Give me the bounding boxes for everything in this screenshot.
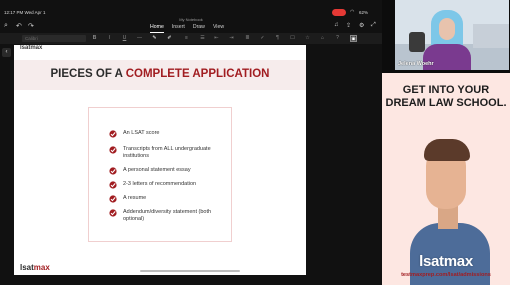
list-item: A personal statement essay	[109, 167, 223, 175]
ad-banner[interactable]: GET INTO YOUR DREAM LAW SCHOOL. lsatmax …	[382, 73, 510, 285]
highlighter-icon[interactable]: ✐	[166, 35, 173, 42]
menu-bar: Home Insert Draw View	[150, 23, 224, 33]
slide-view-icon[interactable]: ▣	[350, 35, 357, 42]
slide-title: PIECES OF A COMPLETE APPLICATION	[14, 68, 306, 80]
spell-check-icon[interactable]: ✓	[259, 35, 266, 42]
list-item-text: An LSAT score	[123, 130, 160, 136]
share-icon[interactable]: ⇪	[346, 22, 351, 29]
notes-app: 12:17 PM Wed Apr 1 ◠ 62% My Notebook ⌕ ↶…	[0, 0, 382, 285]
list-item-text: Transcripts from ALL undergraduate insti…	[123, 146, 211, 159]
checkbox-icon[interactable]: ☐	[289, 35, 296, 42]
checkmark-icon	[109, 167, 117, 175]
bullet-list-icon[interactable]: ≡	[183, 35, 190, 42]
logo-part2: max	[33, 263, 50, 272]
list-item-text: A resume	[123, 195, 147, 201]
strikethrough-icon[interactable]: —	[136, 35, 143, 42]
tab-draw[interactable]: Draw	[193, 23, 205, 33]
slide-footer-logo: lsatmax	[20, 263, 50, 272]
undo-icon[interactable]: ↶	[16, 22, 22, 30]
list-item: Addendum/diversity statement (both optio…	[109, 209, 223, 222]
screen: 12:17 PM Wed Apr 1 ◠ 62% My Notebook ⌕ ↶…	[0, 0, 510, 285]
tag-icon[interactable]: ⌂	[319, 35, 326, 42]
recording-indicator	[332, 9, 346, 16]
sidebar-toggle[interactable]: ‹	[2, 48, 11, 57]
font-name-field[interactable]: Calibri	[22, 35, 86, 42]
checkmark-icon	[109, 195, 117, 203]
align-icon[interactable]: ≣	[244, 35, 251, 42]
fullscreen-icon[interactable]: ⤢	[371, 22, 376, 29]
document-title: My Notebook	[179, 17, 203, 22]
webcam-video: Jelena Woehr	[395, 0, 509, 70]
list-item: A resume	[109, 195, 223, 203]
list-item: Transcripts from ALL undergraduate insti…	[109, 146, 223, 159]
pen-icon[interactable]: ✎	[151, 35, 158, 42]
checkmark-icon	[109, 209, 117, 217]
format-icon[interactable]: ¶	[274, 35, 281, 42]
indent-icon[interactable]: ⇥	[228, 35, 235, 42]
tab-home[interactable]: Home	[150, 23, 164, 33]
tab-view[interactable]: View	[213, 23, 224, 33]
microphone-icon	[409, 32, 425, 52]
home-indicator[interactable]	[140, 270, 240, 272]
numbered-list-icon[interactable]: ☰	[199, 35, 206, 42]
presenter-face	[439, 18, 455, 40]
checkmark-icon	[109, 146, 117, 154]
tab-insert[interactable]: Insert	[172, 23, 185, 33]
background-shelf	[473, 24, 509, 48]
list-item-text: A personal statement essay	[123, 167, 191, 173]
status-bar: 12:17 PM Wed Apr 1 ◠ 62%	[0, 9, 382, 17]
italic-icon[interactable]: I	[106, 35, 113, 42]
list-item-text: Addendum/diversity statement (both optio…	[123, 209, 212, 222]
status-time: 12:17 PM Wed Apr 1	[4, 10, 46, 15]
ad-person-hair	[424, 139, 470, 161]
checklist-card: An LSAT score Transcripts from ALL under…	[88, 107, 232, 242]
logo-part1: lsat	[20, 263, 34, 272]
ad-logo: lsatmax	[419, 253, 473, 270]
slide-top-logo: lsatmax	[20, 45, 43, 51]
wifi-icon: ◠	[350, 9, 355, 15]
ad-headline: GET INTO YOUR DREAM LAW SCHOOL.	[385, 84, 507, 109]
bold-icon[interactable]: B	[91, 35, 98, 42]
star-icon[interactable]: ☆	[304, 35, 311, 42]
slide: lsatmax PIECES OF A COMPLETE APPLICATION…	[14, 45, 306, 275]
redo-icon[interactable]: ↷	[28, 22, 34, 30]
right-panel: Jelena Woehr GET INTO YOUR DREAM LAW SCH…	[382, 0, 510, 285]
checkmark-icon	[109, 181, 117, 189]
participant-name: Jelena Woehr	[398, 61, 434, 67]
list-item-text: 2-3 letters of recommendation	[123, 181, 197, 187]
help-icon[interactable]: ?	[334, 35, 341, 42]
slide-title-part1: PIECES OF A	[50, 68, 126, 80]
ad-url[interactable]: testmaxprep.com/lsat/admissions	[382, 272, 510, 278]
settings-icon[interactable]: ⚙	[359, 22, 364, 29]
list-item: 2-3 letters of recommendation	[109, 181, 223, 189]
checkmark-icon	[109, 130, 117, 138]
battery-percent: 62%	[358, 10, 368, 15]
search-icon[interactable]: ⌕	[4, 22, 8, 30]
slide-title-accent: COMPLETE APPLICATION	[125, 68, 270, 80]
bell-icon[interactable]: ♫	[334, 22, 339, 28]
underline-icon[interactable]: U	[121, 35, 128, 42]
list-item: An LSAT score	[109, 130, 223, 138]
outdent-icon[interactable]: ⇤	[213, 35, 220, 42]
